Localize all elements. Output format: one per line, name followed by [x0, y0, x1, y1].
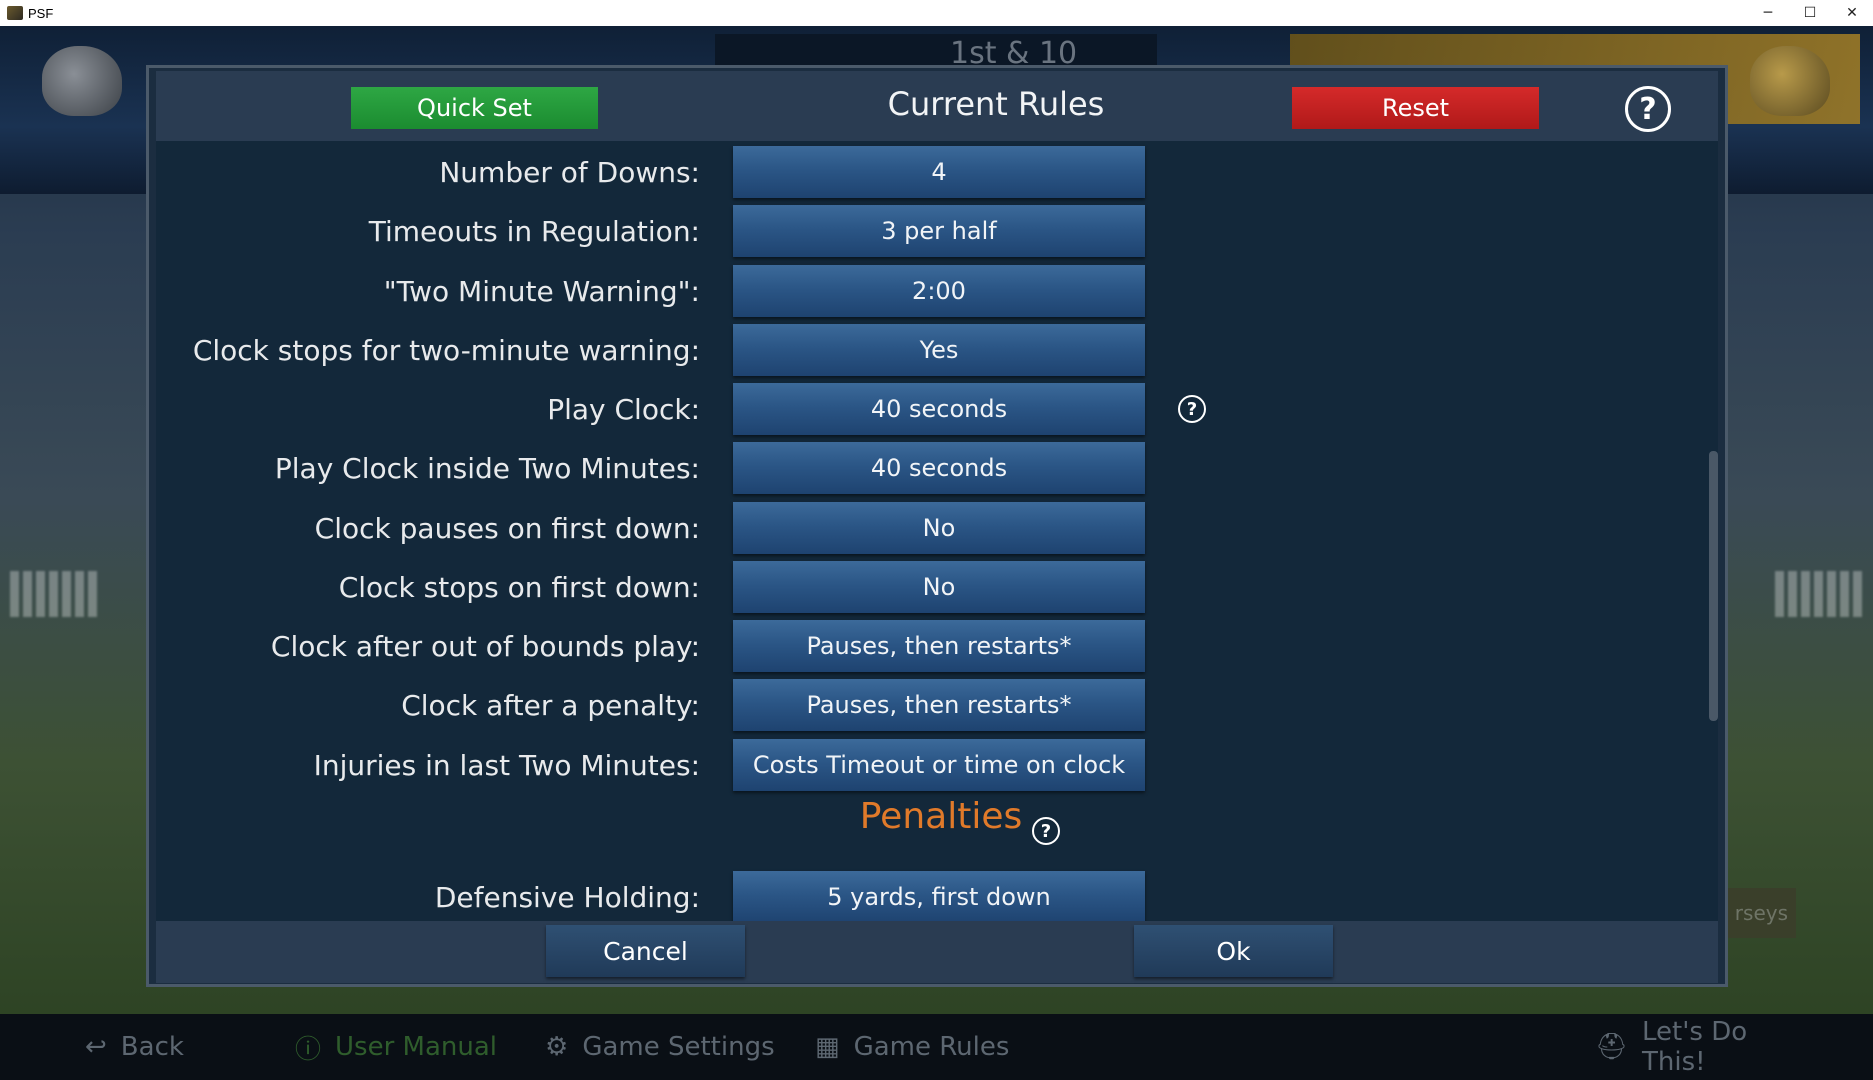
- back-arrow-icon: ↩: [85, 1032, 107, 1062]
- rule-row: Play Clock: 40 seconds ?: [156, 381, 1718, 437]
- window-title: PSF: [28, 5, 54, 21]
- rule-label: Clock pauses on first down:: [314, 511, 700, 545]
- app-icon: [7, 6, 23, 20]
- rule-value-button[interactable]: Yes: [733, 324, 1145, 376]
- rule-value-button[interactable]: 3 per half: [733, 205, 1145, 257]
- rule-label: Clock after a penalty:: [401, 688, 700, 722]
- dialog-footer: Cancel Ok: [156, 921, 1718, 983]
- nav-back[interactable]: ↩ Back: [85, 1014, 265, 1080]
- minimize-button[interactable]: ─: [1747, 0, 1789, 26]
- stadium-lights-left: [10, 571, 100, 617]
- nav-lets-do-this-label: Let's Do This!: [1642, 1017, 1748, 1077]
- rule-value-button[interactable]: 40 seconds: [733, 383, 1145, 435]
- help-icon[interactable]: ?: [1625, 86, 1671, 132]
- scoreboard-icon: ▦: [815, 1032, 840, 1062]
- rule-label: Play Clock inside Two Minutes:: [274, 451, 700, 485]
- ok-button[interactable]: Ok: [1134, 925, 1333, 977]
- penalty-row: Defensive Holding: 5 yards, first down: [156, 869, 1718, 921]
- penalties-heading: Penalties: [859, 796, 1023, 837]
- scrollbar-thumb[interactable]: [1709, 451, 1718, 721]
- nav-game-rules[interactable]: ▦ Game Rules: [815, 1014, 1595, 1080]
- rule-row: "Two Minute Warning": 2:00: [156, 263, 1718, 319]
- rule-value-button[interactable]: Pauses, then restarts*: [733, 679, 1145, 731]
- rule-value-button[interactable]: No: [733, 502, 1145, 554]
- quick-set-button[interactable]: Quick Set: [351, 87, 598, 129]
- rule-row: Timeouts in Regulation: 3 per half: [156, 203, 1718, 259]
- rule-row: Play Clock inside Two Minutes: 40 second…: [156, 440, 1718, 496]
- rule-label: Injuries in last Two Minutes:: [313, 748, 700, 782]
- maximize-button[interactable]: ☐: [1789, 0, 1831, 26]
- rule-value-button[interactable]: Pauses, then restarts*: [733, 620, 1145, 672]
- dialog-header: Quick Set Current Rules Reset ?: [156, 71, 1718, 141]
- rule-row: Number of Downs: 4: [156, 144, 1718, 200]
- rule-label: Clock after out of bounds play:: [270, 629, 700, 663]
- rule-row: Clock pauses on first down: No: [156, 500, 1718, 556]
- rules-list: Number of Downs: 4 Timeouts in Regulatio…: [156, 141, 1718, 921]
- rule-label: Clock stops for two-minute warning:: [192, 333, 700, 367]
- rule-label: Clock stops on first down:: [338, 570, 700, 604]
- gear-icon: ⚙: [545, 1032, 569, 1062]
- window-titlebar: PSF ─ ☐ ✕: [0, 0, 1873, 26]
- rule-value-button[interactable]: Costs Timeout or time on clock: [733, 739, 1145, 791]
- rule-value-button[interactable]: 2:00: [733, 265, 1145, 317]
- rule-label: Timeouts in Regulation:: [368, 214, 700, 248]
- rule-value-button[interactable]: No: [733, 561, 1145, 613]
- nav-lets-do-this[interactable]: ⛑ Let's Do This!: [1595, 1014, 1815, 1080]
- rule-row: Clock stops for two-minute warning: Yes: [156, 322, 1718, 378]
- rule-label: Play Clock:: [547, 392, 700, 426]
- side-button-jerseys[interactable]: rseys: [1728, 888, 1796, 938]
- cancel-button[interactable]: Cancel: [546, 925, 745, 977]
- rule-row: Clock stops on first down: No: [156, 559, 1718, 615]
- rule-row: Injuries in last Two Minutes: Costs Time…: [156, 737, 1718, 793]
- play-clock-help-icon[interactable]: ?: [1178, 395, 1206, 423]
- nav-game-settings[interactable]: ⚙ Game Settings: [545, 1014, 815, 1080]
- rule-value-button[interactable]: 4: [733, 146, 1145, 198]
- close-button[interactable]: ✕: [1831, 0, 1873, 26]
- helmet-icon: ⛑: [1595, 1032, 1629, 1062]
- nav-back-label: Back: [120, 1032, 184, 1062]
- info-icon: ⓘ: [295, 1034, 322, 1065]
- nav-user-manual-label: User Manual: [335, 1032, 498, 1062]
- dialog-title: Current Rules: [887, 85, 1105, 123]
- nav-game-settings-label: Game Settings: [582, 1032, 775, 1062]
- penalty-value-button[interactable]: 5 yards, first down: [733, 871, 1145, 921]
- reset-button[interactable]: Reset: [1292, 87, 1539, 129]
- stadium-lights-right: [1775, 571, 1865, 617]
- rule-label: Number of Downs:: [439, 155, 700, 189]
- rule-value-button[interactable]: 40 seconds: [733, 442, 1145, 494]
- bottom-nav: ↩ Back ⓘ User Manual ⚙ Game Settings ▦ G…: [0, 1014, 1873, 1080]
- penalties-help-icon[interactable]: ?: [1032, 817, 1060, 845]
- penalty-label: Defensive Holding:: [434, 880, 700, 914]
- nav-game-rules-label: Game Rules: [853, 1032, 1010, 1062]
- rules-dialog: Quick Set Current Rules Reset ? Number o…: [146, 65, 1728, 987]
- rule-label: "Two Minute Warning":: [383, 274, 700, 308]
- rule-row: Clock after out of bounds play: Pauses, …: [156, 618, 1718, 674]
- home-helmet-icon: [42, 46, 122, 116]
- away-helmet-icon: [1750, 46, 1830, 116]
- nav-user-manual[interactable]: ⓘ User Manual: [295, 1014, 545, 1080]
- window-controls: ─ ☐ ✕: [1747, 0, 1873, 26]
- rule-row: Clock after a penalty: Pauses, then rest…: [156, 677, 1718, 733]
